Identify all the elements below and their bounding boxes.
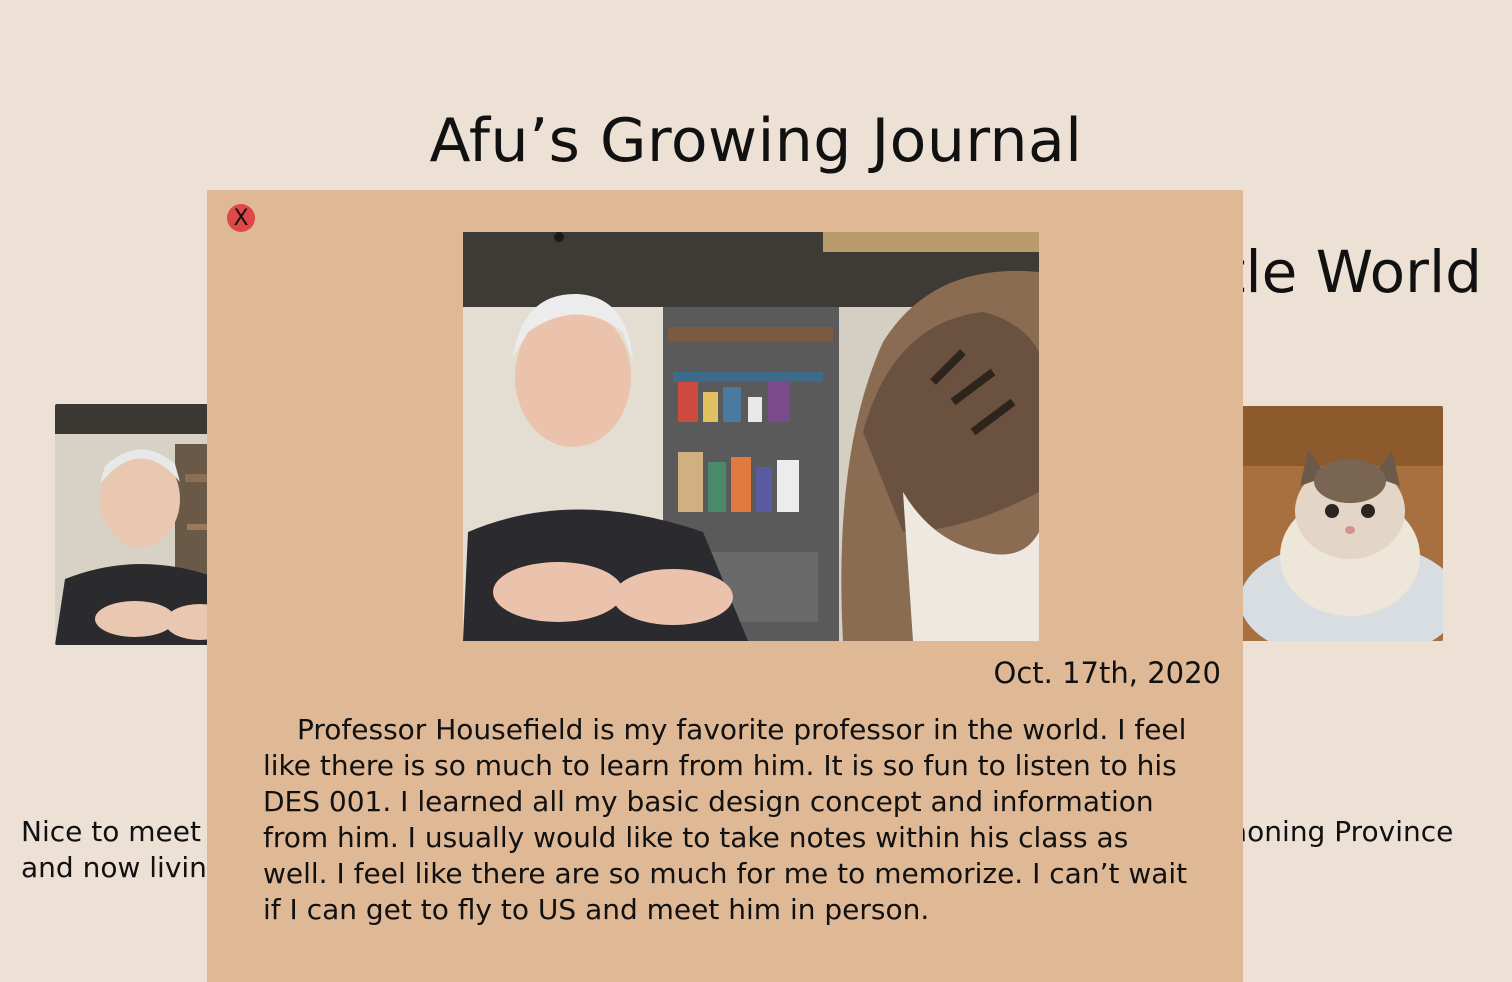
page-title: Afu’s Growing Journal bbox=[429, 106, 1083, 176]
journal-entry-modal: X Oct. 17th, 2020 Professor Housefield i… bbox=[207, 190, 1243, 982]
background-caption-left: Nice to meet and now livin bbox=[21, 814, 207, 886]
close-button[interactable]: X bbox=[227, 204, 255, 232]
caption-line: Nice to meet bbox=[21, 815, 201, 848]
caption-line: and now livin bbox=[21, 851, 207, 884]
entry-photo bbox=[463, 232, 1039, 641]
cat-thumbnail[interactable] bbox=[1230, 406, 1443, 641]
background-caption-right: aoning Province bbox=[1230, 814, 1453, 850]
professor-with-cat-photo-icon bbox=[463, 232, 1039, 641]
entry-body: Professor Housefield is my favorite prof… bbox=[263, 713, 1188, 926]
caption-line: aoning Province bbox=[1230, 815, 1454, 848]
entry-date: Oct. 17th, 2020 bbox=[993, 656, 1221, 690]
cat-photo-icon bbox=[1230, 406, 1443, 641]
